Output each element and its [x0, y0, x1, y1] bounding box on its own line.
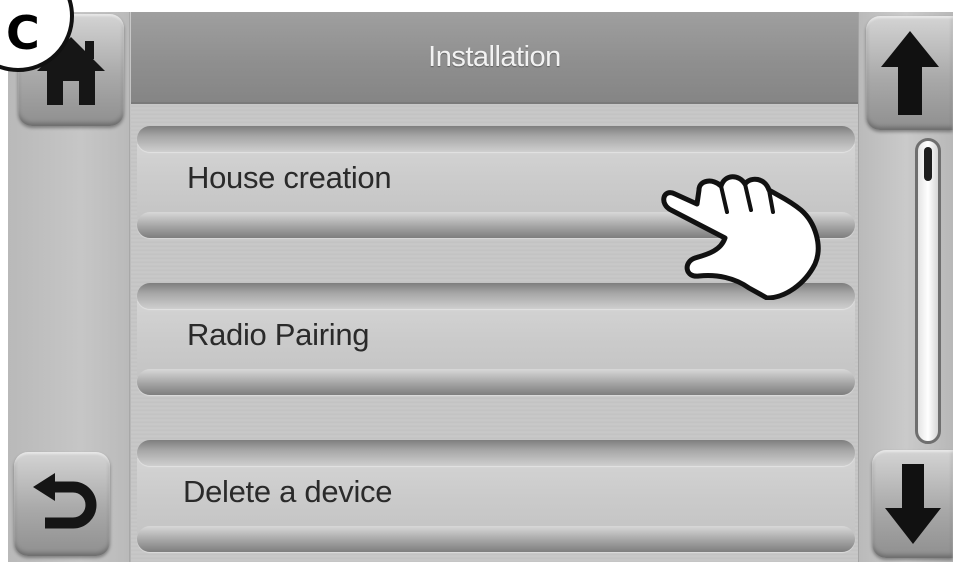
back-button[interactable]	[14, 452, 110, 556]
scroll-down-button[interactable]	[872, 450, 953, 558]
menu-item-label: House creation	[187, 160, 392, 195]
tap-hand-icon	[661, 174, 821, 300]
menu-item-label: Delete a device	[183, 474, 393, 509]
step-badge-letter: C	[6, 6, 40, 60]
menu-item-delete-device[interactable]: Delete a device	[137, 440, 855, 552]
menu-item-label: Radio Pairing	[187, 317, 370, 352]
divider	[137, 440, 855, 466]
arrow-up-icon	[880, 31, 939, 115]
divider	[137, 126, 855, 152]
divider	[137, 526, 855, 552]
page-title: Installation	[428, 40, 561, 73]
scroll-up-button[interactable]	[866, 16, 953, 130]
title-bar: Installation	[131, 12, 858, 104]
scrollbar-thumb[interactable]	[924, 147, 932, 181]
scrollbar[interactable]	[915, 138, 941, 444]
divider	[137, 369, 855, 395]
back-arrow-icon	[33, 473, 97, 529]
arrow-down-icon	[884, 464, 941, 544]
